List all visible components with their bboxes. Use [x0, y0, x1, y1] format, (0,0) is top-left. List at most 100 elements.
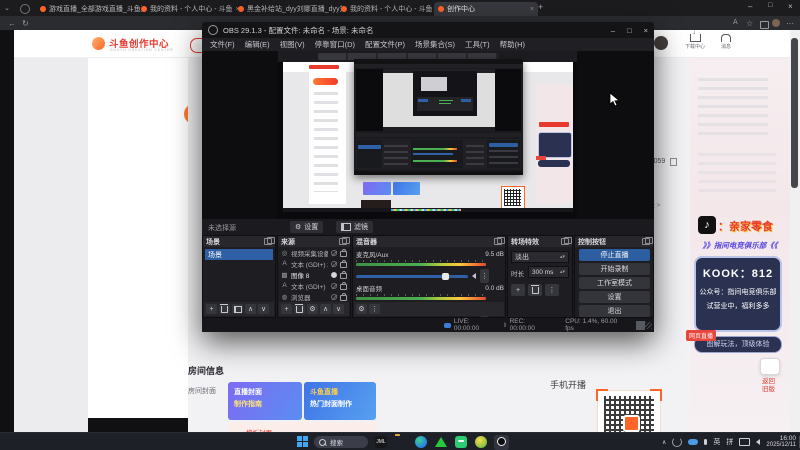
obs-close-button[interactable]: × [644, 26, 648, 35]
lock-icon[interactable] [340, 270, 347, 279]
user-avatar[interactable] [654, 36, 668, 50]
scene-down-button[interactable]: ∨ [258, 304, 269, 314]
back-to-old-version[interactable]: 返回 旧版 [762, 378, 775, 395]
dock-popout-icon[interactable] [264, 237, 275, 245]
hot-cover-banner[interactable]: 斗鱼直播 热门封面制作 [304, 382, 376, 420]
visibility-icon[interactable] [331, 249, 337, 256]
mixer-settings-icon[interactable]: ⚙ [356, 304, 367, 314]
menu-docks[interactable]: 停靠窗口(D) [315, 39, 355, 50]
source-row[interactable]: ◍ 浏览器 [278, 291, 350, 302]
resize-grip[interactable] [645, 321, 652, 329]
sync-icon[interactable] [672, 437, 683, 447]
app-icon-triangle[interactable] [435, 436, 447, 448]
source-down-button[interactable]: ∨ [333, 304, 344, 314]
start-button[interactable] [297, 436, 309, 448]
clock[interactable]: 16:00 2025/12/11 [766, 435, 796, 450]
browser-tab[interactable]: 游戏直播_全部游戏直播_斗鱼直播× [36, 2, 142, 16]
remove-source-button[interactable] [294, 303, 305, 314]
obs-title-bar[interactable]: OBS 29.1.3 - 配置文件: 未命名 - 场景: 未命名 – □ × [202, 22, 654, 38]
source-row[interactable]: A 文本 (GDI+) [278, 280, 350, 291]
browser-menu-icon[interactable]: ⋯ [786, 19, 794, 28]
app-icon-ball[interactable] [475, 436, 487, 448]
feedback-bubble-icon[interactable] [760, 358, 780, 375]
channel-menu-icon[interactable]: ⋮ [480, 269, 489, 283]
menu-file[interactable]: 文件(F) [210, 39, 235, 50]
app-icon-green[interactable] [455, 436, 467, 448]
duration-spinbox[interactable]: 300 ms ▴▾ [528, 266, 569, 278]
cover-guide-banner[interactable]: 直播封面 制作指南 [228, 382, 302, 420]
cloud-icon[interactable] [688, 439, 699, 445]
source-filters-button[interactable]: 滤镜 [336, 221, 373, 233]
visibility-icon[interactable] [331, 260, 337, 267]
remove-scene-button[interactable] [219, 303, 230, 314]
source-properties-button[interactable]: ⚙ [307, 304, 318, 314]
lock-icon[interactable] [340, 259, 347, 268]
browser-tab[interactable]: 我的资料 - 个人中心 - 斗鱼× [337, 2, 439, 16]
refresh-icon[interactable]: ↻ [22, 19, 29, 28]
source-row[interactable]: ◎ 视频采集设备 [278, 247, 350, 258]
menu-view[interactable]: 视图(V) [280, 39, 305, 50]
lock-icon[interactable] [340, 292, 347, 301]
settings-button[interactable]: 设置 [579, 291, 650, 303]
dock-popout-icon[interactable] [339, 237, 350, 245]
taskbar-search[interactable]: 搜索 [314, 436, 368, 448]
speaker-icon[interactable] [472, 273, 476, 279]
profile-avatar[interactable] [772, 19, 780, 27]
visibility-icon[interactable] [331, 293, 337, 300]
back-icon[interactable]: ← [8, 19, 16, 28]
window-close-button[interactable]: × [788, 2, 793, 11]
window-maximize-button[interactable]: □ [768, 2, 772, 9]
favorite-star-icon[interactable]: ☆ [746, 19, 753, 28]
add-transition-button[interactable]: + [511, 284, 525, 296]
source-up-button[interactable]: ∧ [320, 304, 331, 314]
mixer-menu-icon[interactable]: ⋮ [369, 304, 380, 314]
tab-close-icon[interactable]: × [530, 6, 534, 13]
visibility-icon[interactable] [331, 282, 337, 289]
page-scrollbar-thumb[interactable] [791, 38, 798, 188]
add-source-button[interactable]: + [281, 304, 292, 314]
transition-menu-icon[interactable]: ⋮ [545, 284, 559, 296]
pause-icon[interactable]: ‖ [504, 322, 507, 329]
menu-tools[interactable]: 工具(T) [465, 39, 490, 50]
remove-transition-button[interactable] [528, 284, 542, 296]
menu-scene-collection[interactable]: 场景集合(S) [415, 39, 455, 50]
dock-popout-icon[interactable] [561, 237, 572, 245]
tab-search-chevron-icon[interactable]: ⌄ [4, 4, 10, 12]
obs-taskbar-icon-active[interactable] [494, 435, 509, 450]
scene-filters-button[interactable] [232, 304, 243, 314]
browser-tab[interactable]: 黑金补给站_dyy刘娜直播_dyy刘...× [234, 2, 342, 16]
lock-icon[interactable] [340, 248, 347, 257]
microphone-icon[interactable] [704, 439, 708, 445]
app-icon-jml[interactable]: JML [375, 436, 387, 448]
menu-edit[interactable]: 编辑(E) [245, 39, 270, 50]
new-tab-button[interactable]: + [538, 2, 543, 12]
stop-streaming-button[interactable]: 停止直播 [579, 249, 650, 261]
window-minimize-button[interactable]: – [748, 2, 752, 11]
download-center[interactable]: ↓ 下载中心 [680, 29, 710, 50]
dock-popout-icon[interactable] [494, 237, 505, 245]
dock-popout-icon[interactable] [642, 237, 653, 245]
obs-maximize-button[interactable]: □ [627, 26, 632, 35]
display-icon[interactable] [739, 438, 751, 446]
menu-help[interactable]: 帮助(H) [500, 39, 525, 50]
favorites-bar-icon[interactable] [760, 21, 769, 29]
source-row[interactable]: A 文本 (GDI+) 2 [278, 258, 350, 269]
visibility-icon[interactable] [331, 271, 337, 278]
messages[interactable]: 消息 [714, 34, 738, 50]
scene-item-selected[interactable]: 场景 [205, 249, 273, 260]
volume-icon[interactable] [756, 439, 761, 445]
obs-preview[interactable] [202, 51, 654, 219]
copy-icon[interactable] [670, 158, 677, 166]
transition-select[interactable]: 淡出 ▴▾ [511, 251, 569, 263]
workspaces-icon[interactable] [20, 4, 30, 14]
ime-en-indicator[interactable]: 英 [713, 437, 720, 447]
browser-tab-active[interactable]: 创作中心 × [434, 2, 538, 16]
edge-browser-icon[interactable] [415, 436, 427, 448]
ime-pinyin-indicator[interactable]: 拼 [726, 437, 733, 447]
scene-up-button[interactable]: ∧ [245, 304, 256, 314]
file-explorer-icon[interactable] [395, 436, 407, 448]
obs-minimize-button[interactable]: – [611, 26, 615, 35]
browser-tab[interactable]: 我的资料 - 个人中心 - 斗鱼× [137, 2, 239, 16]
volume-slider[interactable] [356, 272, 468, 280]
menu-profile[interactable]: 配置文件(P) [365, 39, 405, 50]
